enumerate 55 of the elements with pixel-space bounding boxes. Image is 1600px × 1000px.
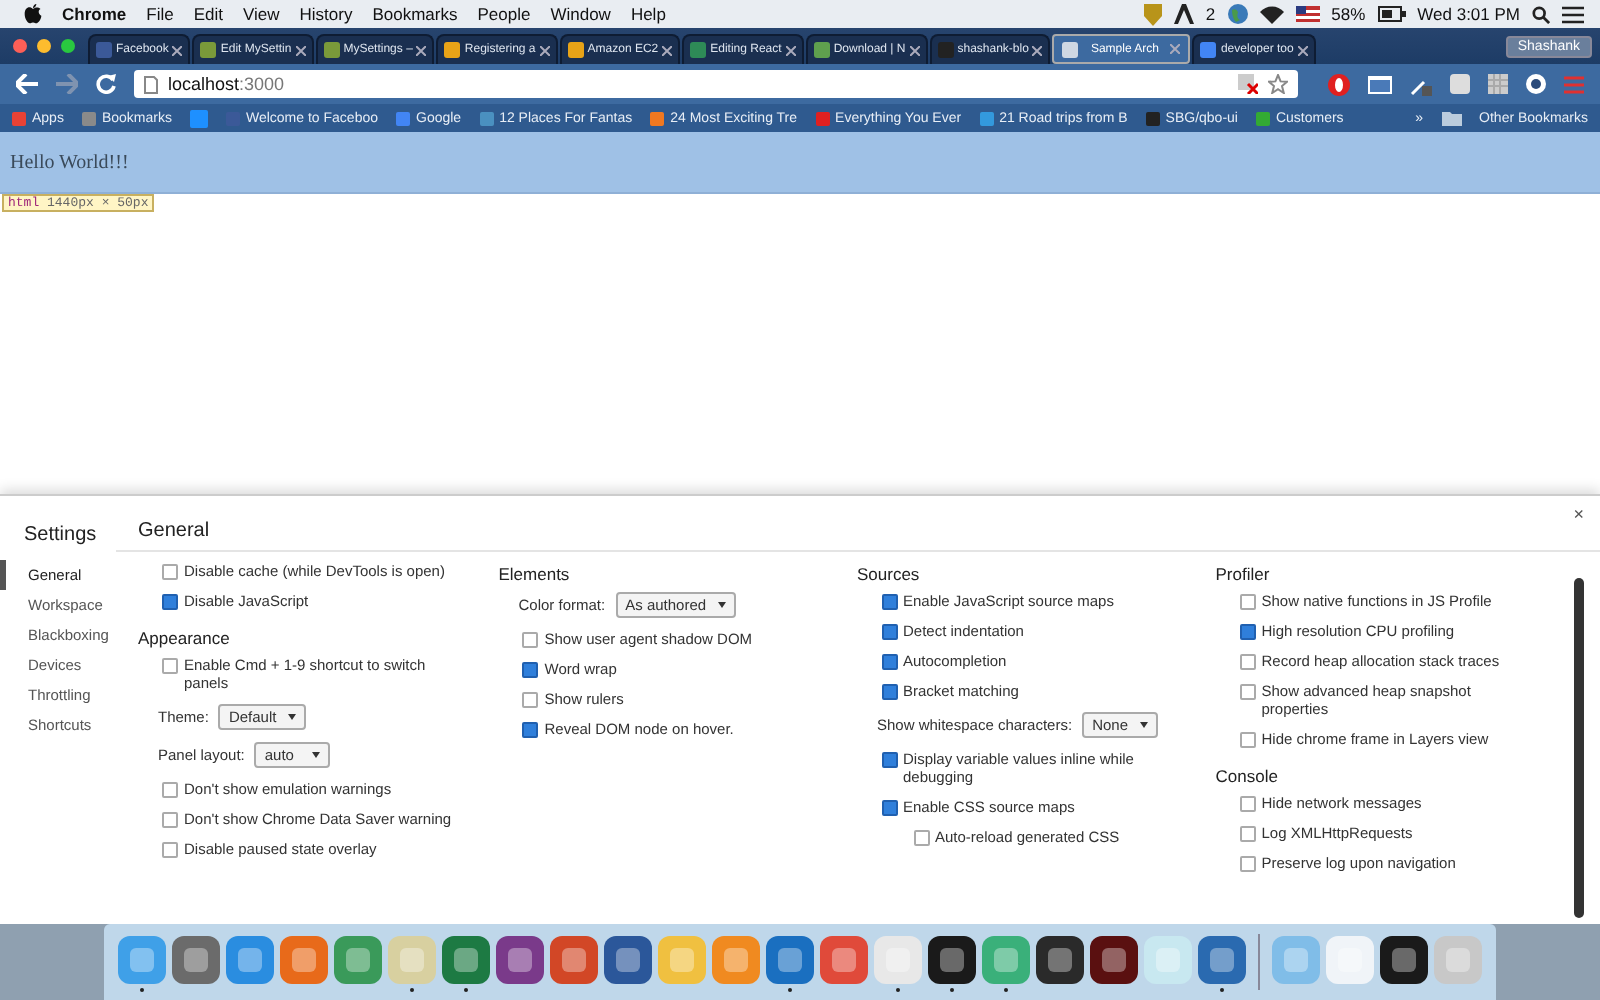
apple-logo-icon[interactable]: [24, 4, 42, 24]
badge-count: 2: [1205, 4, 1216, 24]
section-title: General: [138, 520, 210, 542]
app-icon[interactable]: [494, 933, 546, 985]
close-icon[interactable]: [1032, 45, 1043, 55]
globe-icon[interactable]: [1227, 4, 1248, 24]
menu-item[interactable]: View: [242, 4, 280, 24]
menu-item[interactable]: Window: [550, 4, 611, 24]
page-icon: [144, 75, 158, 93]
flag-icon[interactable]: [1295, 6, 1320, 22]
opera-icon[interactable]: [1328, 73, 1350, 95]
app-icon[interactable]: [1378, 933, 1430, 985]
group-heading: Sources: [857, 564, 922, 584]
menu-item[interactable]: File: [146, 4, 174, 24]
reload-icon[interactable]: [96, 74, 116, 94]
battery-icon[interactable]: [1377, 6, 1406, 22]
blocked-icon[interactable]: [1238, 74, 1258, 94]
close-icon[interactable]: [909, 45, 920, 55]
close-icon[interactable]: [785, 45, 796, 55]
group-heading: Appearance: [138, 628, 232, 648]
close-icon[interactable]: [416, 45, 427, 55]
close-icon[interactable]: [1297, 45, 1308, 55]
back-icon[interactable]: [16, 74, 38, 94]
circle-icon[interactable]: [1526, 74, 1546, 94]
close-icon[interactable]: [295, 45, 306, 55]
close-button[interactable]: ×: [1569, 504, 1588, 524]
search-icon[interactable]: [1532, 5, 1550, 23]
menubar-clock: Wed 3:01 PM: [1417, 4, 1520, 24]
group-heading: Profiler: [1215, 564, 1272, 584]
close-icon[interactable]: [539, 45, 550, 55]
window-icon[interactable]: [1368, 75, 1392, 93]
square-icon[interactable]: [1450, 74, 1470, 94]
app-menu[interactable]: Chrome: [62, 4, 127, 24]
menu-item[interactable]: History: [299, 4, 353, 24]
menu-item[interactable]: Edit: [193, 4, 223, 24]
page-heading: Hello World!!!: [10, 151, 129, 173]
star-icon[interactable]: [1268, 74, 1288, 94]
settings-title: Settings: [22, 524, 99, 546]
wifi-icon[interactable]: [1259, 5, 1284, 23]
folder-icon: [1441, 110, 1462, 126]
menu-item[interactable]: Help: [630, 4, 666, 24]
battery-percentage: 58%: [1331, 4, 1366, 24]
app-icon[interactable]: [926, 933, 978, 985]
group-heading: Elements: [498, 564, 572, 584]
window-controls-icon[interactable]: [12, 38, 80, 54]
address-bar[interactable]: localhost:3000: [134, 70, 1298, 98]
close-icon[interactable]: [172, 45, 183, 55]
group-heading: Console: [1215, 766, 1280, 786]
menu-item[interactable]: People: [477, 4, 531, 24]
menu-item[interactable]: Bookmarks: [372, 4, 458, 24]
app-icon[interactable]: [1088, 933, 1140, 985]
list-icon[interactable]: [1562, 5, 1584, 23]
scrollbar[interactable]: [1574, 578, 1584, 918]
app-icon[interactable]: [1034, 933, 1086, 985]
close-icon[interactable]: [662, 45, 673, 55]
